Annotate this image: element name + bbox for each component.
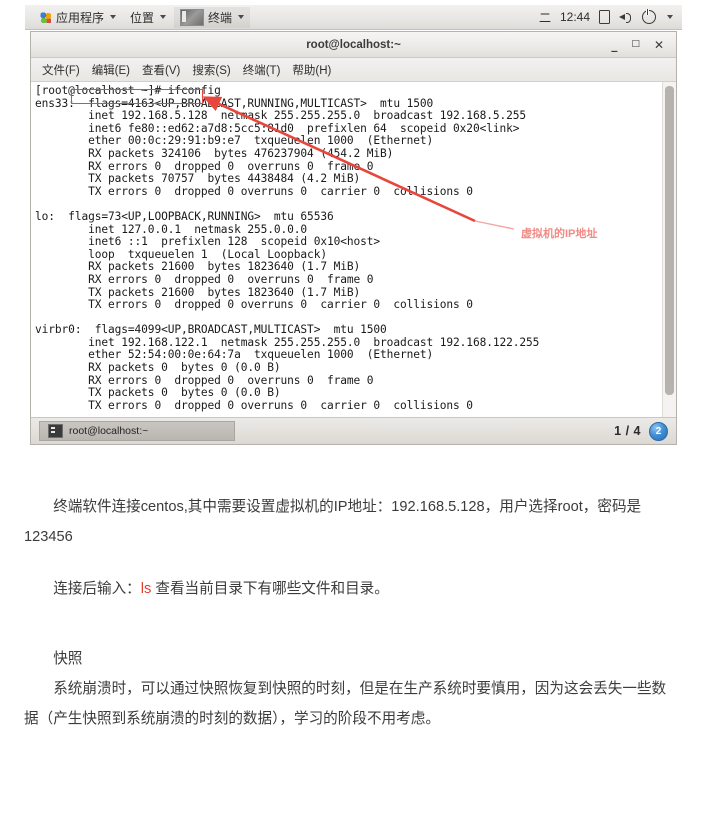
paragraph-snapshot-description: 系统崩溃时，可以通过快照恢复到快照的时刻，但是在生产系统时要慎用，因为这会丢失一… xyxy=(24,681,667,727)
terminal-thumbnail-icon xyxy=(180,8,205,26)
menu-applications-label: 应用程序 xyxy=(56,10,105,25)
terminal-body[interactable]: [root@localhost ~]# ifconfig ens33: flag… xyxy=(31,82,676,417)
ls-suffix-text: 查看当前目录下有哪些文件和目录。 xyxy=(151,581,389,597)
panel-window-terminal-label: 终端 xyxy=(208,10,233,25)
menu-places[interactable]: 位置 xyxy=(124,7,172,28)
workspace-indicator[interactable]: 1 / 4 xyxy=(614,424,641,438)
paragraph-block-1: 终端软件连接centos,其中需要设置虚拟机的IP地址：192.168.5.12… xyxy=(0,492,707,734)
panel-clock-day[interactable]: 二 xyxy=(539,9,551,26)
volume-icon[interactable] xyxy=(619,11,633,23)
chevron-down-icon xyxy=(238,15,245,19)
chevron-down-icon xyxy=(110,15,117,19)
paragraph-ls-command: 连接后输入：ls 查看当前目录下有哪些文件和目录。 xyxy=(24,574,679,604)
ip-highlight-box xyxy=(71,89,203,104)
terminal-menubar: 文件(F) 编辑(E) 查看(V) 搜索(S) 终端(T) 帮助(H) xyxy=(31,58,676,82)
terminal-title: root@localhost:~ xyxy=(306,38,401,51)
ls-command-text: ls xyxy=(140,581,152,597)
terminal-titlebar[interactable]: root@localhost:~ _ □ ✕ xyxy=(31,32,676,58)
terminal-icon xyxy=(48,424,63,438)
panel-window-terminal[interactable]: 终端 xyxy=(174,6,251,28)
paragraph-connect-centos: 终端软件连接centos,其中需要设置虚拟机的IP地址：192.168.5.12… xyxy=(24,499,642,545)
chevron-down-icon xyxy=(160,15,167,19)
menu-places-label: 位置 xyxy=(130,10,155,25)
menu-help[interactable]: 帮助(H) xyxy=(287,60,336,80)
panel-left-group: 应用程序 位置 终端 xyxy=(25,6,251,28)
annotation-label: 虚拟机的IP地址 xyxy=(521,228,598,240)
menu-search[interactable]: 搜索(S) xyxy=(187,60,235,80)
terminal-scrollbar-thumb[interactable] xyxy=(665,86,674,395)
taskbar-item-terminal[interactable]: root@localhost:~ xyxy=(39,421,235,441)
gnome-foot-icon xyxy=(39,11,52,24)
panel-clock-time[interactable]: 12:44 xyxy=(560,10,590,24)
panel-right-group: 二 12:44 xyxy=(539,9,682,26)
minimize-button[interactable]: _ xyxy=(611,39,617,51)
close-button[interactable]: ✕ xyxy=(654,39,664,51)
power-icon[interactable] xyxy=(642,9,656,24)
battery-icon[interactable] xyxy=(599,10,610,24)
maximize-button[interactable]: □ xyxy=(631,40,640,49)
terminal-output[interactable]: [root@localhost ~]# ifconfig ens33: flag… xyxy=(31,82,662,417)
menu-terminal[interactable]: 终端(T) xyxy=(238,60,286,80)
taskbar-item-label: root@localhost:~ xyxy=(69,425,149,437)
workspace-badge[interactable]: 2 xyxy=(649,421,668,441)
menu-file[interactable]: 文件(F) xyxy=(37,60,85,80)
window-controls: _ □ ✕ xyxy=(611,39,676,51)
heading-snapshot: 快照 xyxy=(53,651,83,667)
chevron-down-icon[interactable] xyxy=(667,15,673,19)
statusbar-right-group: 1 / 4 2 xyxy=(614,421,668,441)
document-body: 终端软件连接centos,其中需要设置虚拟机的IP地址：192.168.5.12… xyxy=(0,492,707,734)
desktop-screenshot: 应用程序 位置 终端 二 12:44 root@localhost:~ _ □ … xyxy=(25,5,682,471)
ls-prefix-text: 连接后输入： xyxy=(53,581,141,597)
menu-edit[interactable]: 编辑(E) xyxy=(87,60,135,80)
terminal-scrollbar[interactable] xyxy=(662,82,676,417)
menu-applications[interactable]: 应用程序 xyxy=(33,7,122,28)
menu-view[interactable]: 查看(V) xyxy=(137,60,185,80)
terminal-statusbar: root@localhost:~ 1 / 4 2 xyxy=(31,417,676,444)
gnome-top-panel: 应用程序 位置 终端 二 12:44 xyxy=(25,5,682,30)
